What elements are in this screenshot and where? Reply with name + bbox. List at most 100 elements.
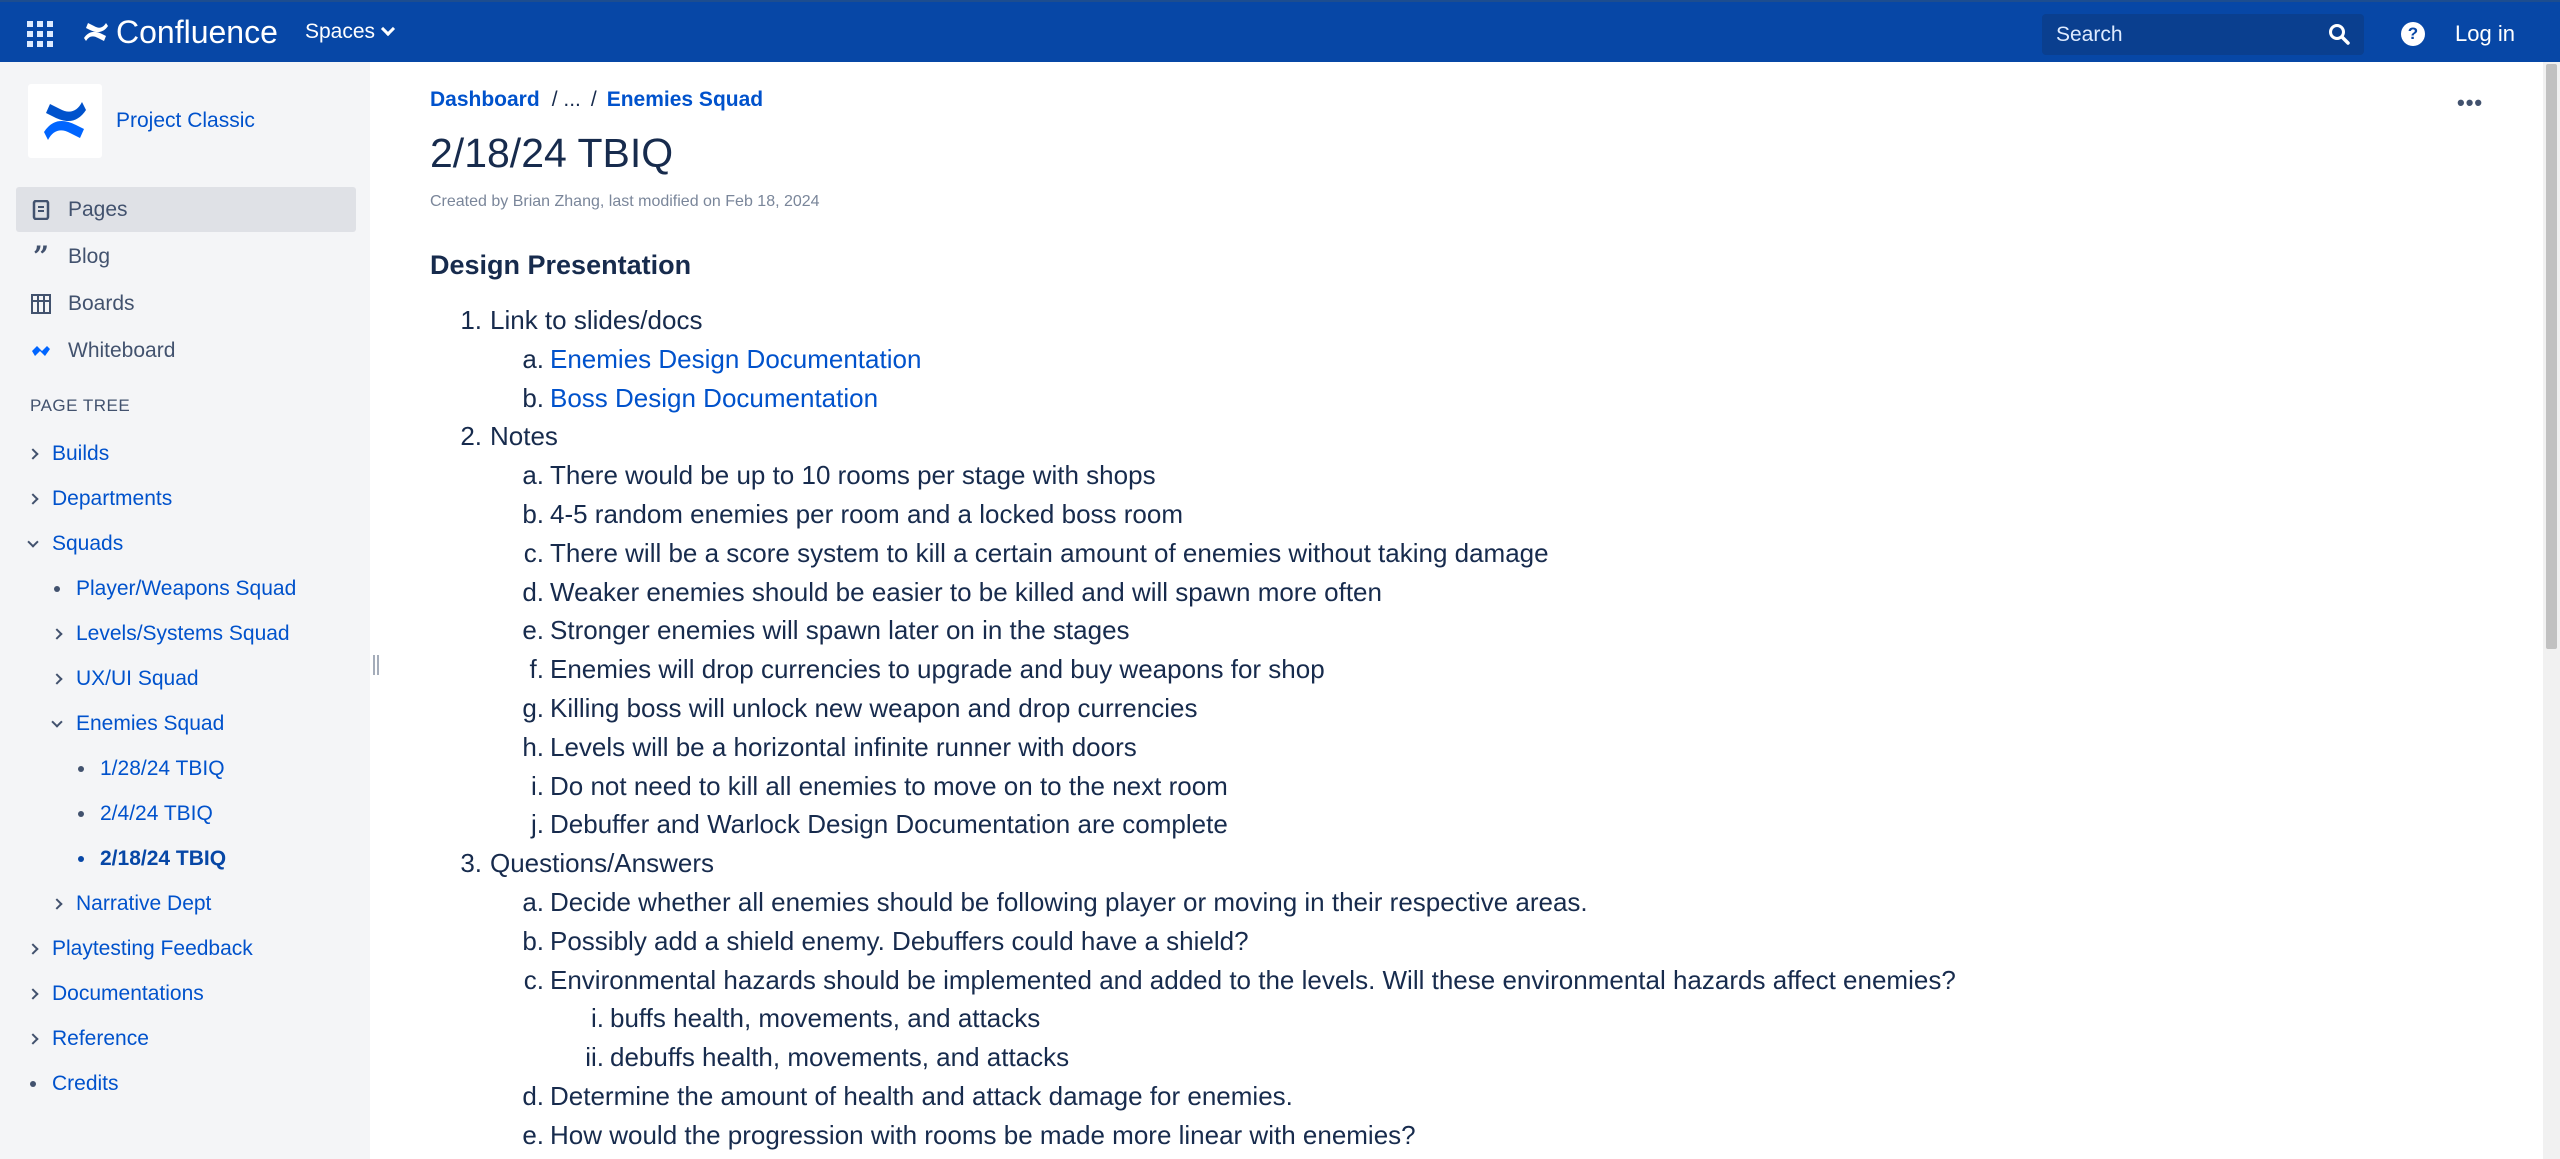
- list-marker: g.: [522, 693, 544, 723]
- tree-item-credits[interactable]: Credits: [26, 1069, 119, 1099]
- sidebar-item-blog[interactable]: ” Blog: [16, 234, 356, 279]
- tree-item-label[interactable]: UX/UI Squad: [76, 667, 199, 691]
- list-item: a. There would be up to 10 rooms per stag…: [522, 457, 1156, 493]
- doc-link-item[interactable]: a. Enemies Design Documentation: [522, 341, 921, 377]
- bullet-icon: [74, 852, 88, 866]
- tree-item-documentations[interactable]: Documentations: [26, 979, 204, 1009]
- list-item: 3. Questions/Answers: [460, 845, 714, 881]
- list-item-text: Debuffer and Warlock Design Documentatio…: [550, 809, 1228, 840]
- chevron-right-icon[interactable]: [50, 627, 64, 641]
- page-title: 2/18/24 TBIQ: [430, 130, 674, 176]
- list-item-text: Enemies will drop currencies to upgrade …: [550, 654, 1325, 685]
- chevron-down-icon[interactable]: [50, 716, 64, 731]
- chevron-right-icon[interactable]: [50, 897, 64, 911]
- space-name-link[interactable]: Project Classic: [116, 109, 255, 133]
- tree-item-playtesting-feedback[interactable]: Playtesting Feedback: [26, 934, 253, 964]
- list-marker: i.: [531, 770, 544, 801]
- tree-item-enemies-squad[interactable]: Enemies Squad: [50, 709, 224, 739]
- brand-name: Confluence: [116, 13, 278, 50]
- tree-item-label[interactable]: Credits: [52, 1072, 119, 1096]
- breadcrumb: Dashboard / ... / Enemies Squad: [430, 88, 763, 112]
- login-button[interactable]: Log in: [2455, 21, 2515, 47]
- list-item: 2. Notes: [460, 418, 558, 454]
- list-item-text: Determine the amount of health and attac…: [550, 1081, 1293, 1111]
- chevron-down-icon[interactable]: [26, 536, 40, 551]
- help-icon[interactable]: ?: [2401, 22, 2425, 46]
- confluence-logo[interactable]: Confluence: [82, 14, 278, 50]
- chevron-down-icon: [380, 21, 396, 37]
- sidebar-item-label: Whiteboard: [68, 338, 176, 362]
- space-avatar[interactable]: [28, 84, 102, 158]
- list-item: e. How would the progression with rooms b…: [522, 1117, 1415, 1153]
- tree-item-player-weapons-squad[interactable]: Player/Weapons Squad: [50, 574, 296, 604]
- tree-item-label[interactable]: Playtesting Feedback: [52, 937, 253, 961]
- page-tree-heading: PAGE TREE: [30, 396, 131, 415]
- tree-item-squads[interactable]: Squads: [26, 529, 123, 559]
- list-marker: f.: [529, 654, 544, 685]
- tree-item-label[interactable]: 2/4/24 TBIQ: [100, 802, 213, 826]
- tree-item-label[interactable]: Squads: [52, 532, 123, 556]
- list-marker: ii.: [585, 1042, 604, 1073]
- list-marker: 3.: [460, 848, 482, 879]
- tree-item-reference[interactable]: Reference: [26, 1024, 149, 1054]
- sidebar-item-whiteboard[interactable]: Whiteboard: [16, 328, 356, 373]
- chevron-right-icon[interactable]: [26, 942, 40, 956]
- list-item: h. Levels will be a horizontal infinite r…: [522, 729, 1137, 765]
- list-item: i. Do not need to kill all enemies to mov…: [531, 768, 1228, 804]
- breadcrumb-ellipsis[interactable]: / ...: [552, 88, 581, 112]
- list-item-text: debuffs health, movements, and attacks: [610, 1042, 1070, 1073]
- tree-item-label[interactable]: Departments: [52, 487, 172, 511]
- list-item: c. There will be a score system to kill a…: [524, 535, 1549, 571]
- more-actions-icon[interactable]: •••: [2457, 90, 2483, 116]
- search-input[interactable]: [2056, 22, 2316, 47]
- tree-item-label[interactable]: Documentations: [52, 982, 204, 1006]
- list-item-text: Levels will be a horizontal infinite run…: [550, 731, 1137, 762]
- list-item-text: Questions/Answers: [490, 848, 714, 879]
- list-marker: c.: [523, 537, 544, 568]
- tree-item-label[interactable]: Enemies Squad: [76, 712, 224, 736]
- list-item-text: Stronger enemies will spawn later on in …: [550, 615, 1130, 646]
- tree-item-2-4-24-tbiq[interactable]: 2/4/24 TBIQ: [74, 799, 213, 829]
- doc-link[interactable]: Enemies Design Documentation: [550, 344, 921, 374]
- chevron-right-icon[interactable]: [26, 1032, 40, 1046]
- list-item: d. Determine the amount of health and att…: [522, 1078, 1293, 1114]
- tree-item-label[interactable]: 1/28/24 TBIQ: [100, 757, 225, 781]
- search-icon[interactable]: [2328, 23, 2350, 45]
- list-item: g. Killing boss will unlock new weapon an…: [522, 690, 1197, 726]
- tree-item-label[interactable]: Player/Weapons Squad: [76, 577, 296, 601]
- search-box[interactable]: [2042, 14, 2364, 55]
- doc-link[interactable]: Boss Design Documentation: [550, 383, 878, 413]
- list-item-text: Notes: [490, 421, 558, 452]
- breadcrumb-dashboard[interactable]: Dashboard: [430, 88, 540, 112]
- sidebar-item-pages[interactable]: Pages: [16, 187, 356, 232]
- chevron-right-icon[interactable]: [50, 672, 64, 686]
- space-logo-icon: [44, 102, 86, 140]
- chevron-right-icon[interactable]: [26, 492, 40, 506]
- tree-item-2-18-24-tbiq[interactable]: 2/18/24 TBIQ: [74, 844, 226, 874]
- list-item-text: There would be up to 10 rooms per stage …: [550, 460, 1156, 491]
- tree-item-label[interactable]: 2/18/24 TBIQ: [100, 847, 226, 871]
- tree-item-label[interactable]: Builds: [52, 442, 109, 466]
- scrollbar-thumb[interactable]: [2546, 64, 2557, 649]
- sidebar-resize-handle[interactable]: [373, 655, 379, 675]
- tree-item-label[interactable]: Reference: [52, 1027, 149, 1051]
- tree-item-label[interactable]: Levels/Systems Squad: [76, 622, 290, 646]
- doc-link-item[interactable]: b. Boss Design Documentation: [522, 380, 878, 416]
- list-marker: e.: [522, 615, 544, 646]
- chevron-right-icon[interactable]: [26, 987, 40, 1001]
- chevron-right-icon[interactable]: [26, 447, 40, 461]
- tree-item-departments[interactable]: Departments: [26, 484, 172, 514]
- sidebar-item-boards[interactable]: Boards: [16, 281, 356, 326]
- breadcrumb-enemies-squad[interactable]: Enemies Squad: [607, 88, 763, 112]
- tree-item-ux-ui-squad[interactable]: UX/UI Squad: [50, 664, 199, 694]
- list-marker: b.: [522, 925, 544, 956]
- app-switcher-icon[interactable]: [27, 21, 53, 47]
- spaces-menu[interactable]: Spaces: [305, 20, 396, 44]
- tree-item-1-28-24-tbiq[interactable]: 1/28/24 TBIQ: [74, 754, 225, 784]
- tree-item-builds[interactable]: Builds: [26, 439, 109, 469]
- tree-item-levels-systems-squad[interactable]: Levels/Systems Squad: [50, 619, 290, 649]
- tree-item-narrative-dept[interactable]: Narrative Dept: [50, 889, 211, 919]
- tree-item-label[interactable]: Narrative Dept: [76, 892, 211, 916]
- list-marker: i.: [591, 1003, 604, 1034]
- list-item: ii. debuffs health, movements, and attack…: [585, 1039, 1070, 1075]
